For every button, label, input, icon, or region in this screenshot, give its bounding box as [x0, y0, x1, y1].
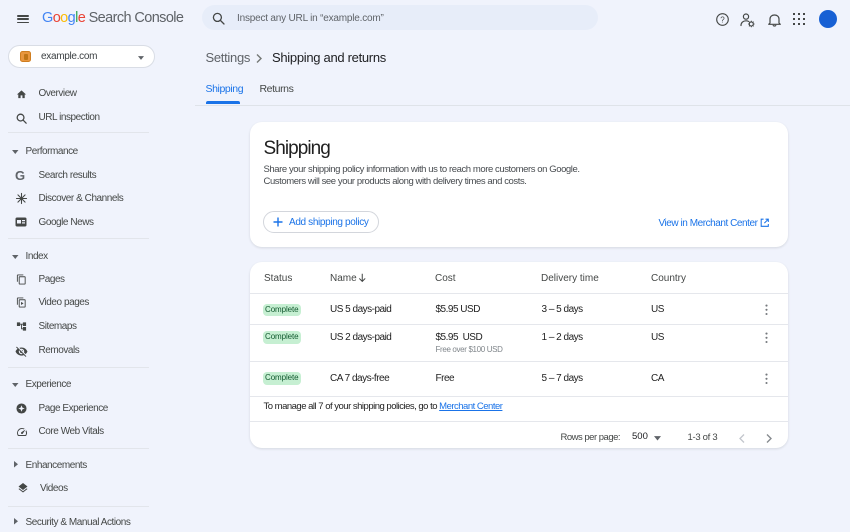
svg-text:?: ? — [720, 15, 725, 24]
